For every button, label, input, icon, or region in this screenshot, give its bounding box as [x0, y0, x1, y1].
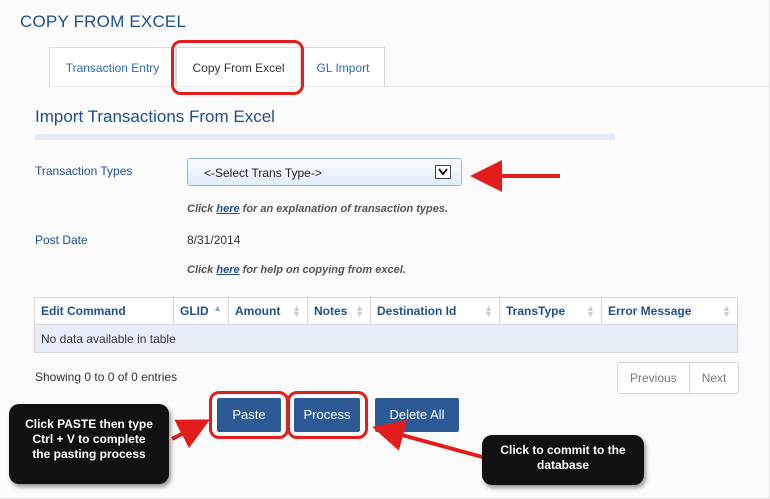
- paste-instruction-callout: Click PASTE then type Ctrl + V to comple…: [9, 404, 169, 484]
- arrow-to-paste: [171, 419, 211, 449]
- callout-line: Click to commit to the: [500, 443, 626, 457]
- arrow-to-process: [372, 419, 487, 460]
- callout-line: database: [536, 458, 590, 472]
- callout-line: Click PASTE then type: [25, 417, 153, 431]
- callout-line: Ctrl + V to complete: [32, 432, 146, 446]
- callout-line: the pasting process: [32, 447, 146, 461]
- process-instruction-callout: Click to commit to the database: [482, 435, 644, 485]
